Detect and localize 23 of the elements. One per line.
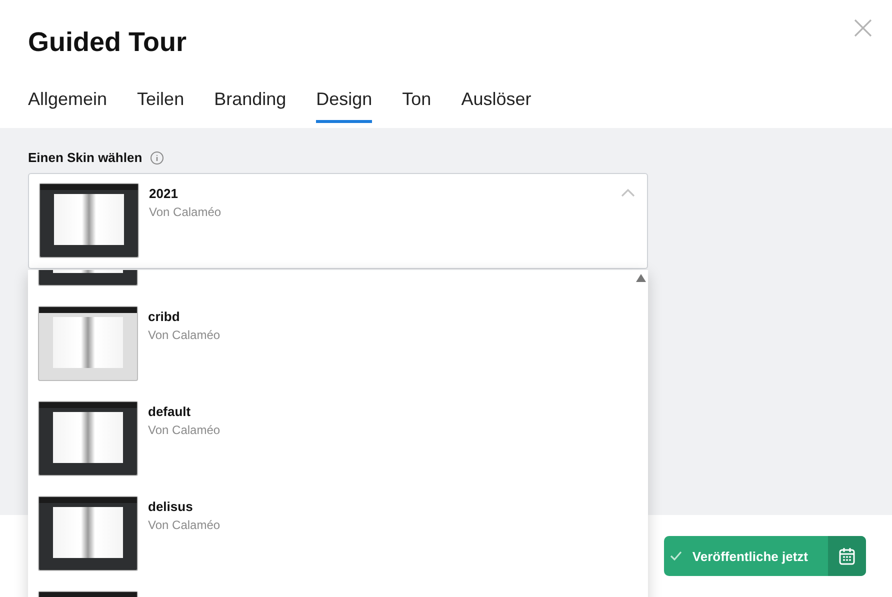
skin-author: Von Calaméo <box>148 423 220 437</box>
skin-option[interactable]: delisus <box>148 499 220 514</box>
tab[interactable]: Branding <box>214 89 286 123</box>
calendar-icon <box>839 548 855 564</box>
skin-option[interactable]: default <box>148 404 220 419</box>
schedule-button[interactable] <box>828 536 866 576</box>
skin-option[interactable]: cribd <box>148 309 220 324</box>
skin-author: Von Calaméo <box>148 328 220 342</box>
chevron-icon <box>621 188 635 198</box>
field-label: Einen Skin wählen <box>28 150 142 165</box>
dialog-title: Guided Tour <box>28 27 188 59</box>
tab[interactable]: Teilen <box>137 89 184 123</box>
skin-author: Von Calaméo <box>149 205 222 219</box>
check-icon <box>670 551 682 561</box>
tab[interactable]: Design <box>316 89 372 123</box>
skin-select[interactable]: 2021 Von Calaméo <box>28 173 648 269</box>
skin-author: Von Calaméo <box>148 518 220 532</box>
skin-name: 2021 <box>149 186 179 201</box>
tab[interactable]: Allgemein <box>28 89 108 123</box>
tab[interactable]: Auslöser <box>461 89 532 123</box>
tab[interactable]: Ton <box>402 89 432 123</box>
scroll-up-icon[interactable] <box>636 274 646 282</box>
info-icon[interactable] <box>150 150 164 164</box>
